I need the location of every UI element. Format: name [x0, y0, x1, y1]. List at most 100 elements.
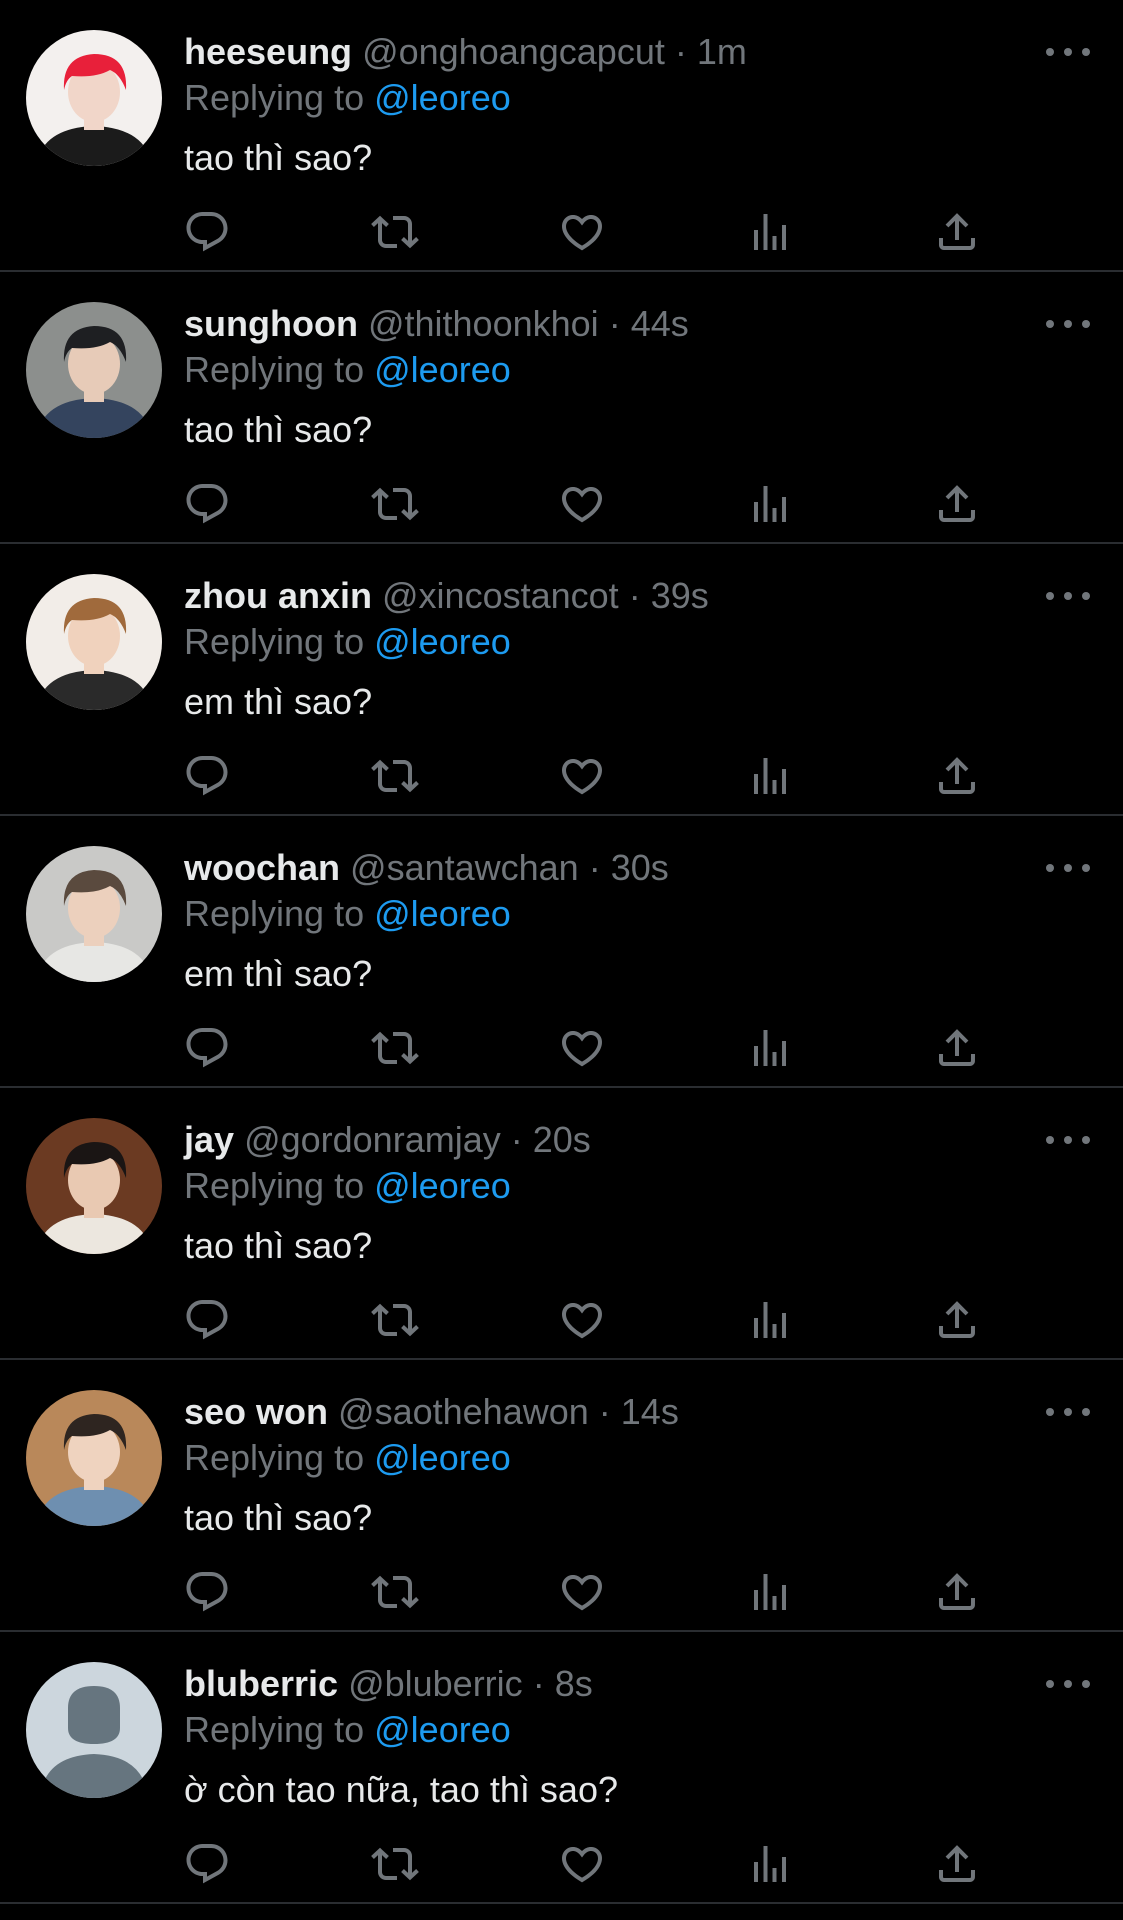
timestamp[interactable]: 44s [631, 303, 689, 344]
like-icon [561, 759, 603, 795]
mention-link[interactable]: @leoreo [374, 1165, 511, 1206]
retweet-button[interactable] [371, 208, 419, 256]
retweet-button[interactable] [371, 1840, 419, 1888]
display-name[interactable]: zhou anxin [184, 575, 372, 616]
like-button[interactable] [558, 752, 606, 800]
share-button[interactable] [933, 480, 981, 528]
tweet[interactable]: woochan @santawchan · 30s Replying to @l… [0, 816, 1123, 1088]
retweet-icon [371, 487, 419, 521]
mention-link[interactable]: @leoreo [374, 1437, 511, 1478]
user-handle[interactable]: @xincostancot [382, 575, 619, 616]
views-button[interactable] [746, 480, 794, 528]
share-button[interactable] [933, 752, 981, 800]
display-name[interactable]: heeseung [184, 31, 352, 72]
retweet-button[interactable] [371, 752, 419, 800]
reply-button[interactable] [183, 480, 231, 528]
like-button[interactable] [558, 1024, 606, 1072]
like-button[interactable] [558, 208, 606, 256]
share-button[interactable] [933, 1296, 981, 1344]
retweet-icon [371, 1575, 419, 1609]
reply-button[interactable] [183, 1568, 231, 1616]
avatar[interactable] [26, 574, 162, 710]
tweet-text: tao thì sao? [184, 409, 373, 450]
reply-button[interactable] [183, 1296, 231, 1344]
reply-icon [186, 1572, 228, 1612]
reply-icon [186, 484, 228, 524]
more-dot [1046, 592, 1054, 600]
user-handle[interactable]: @thithoonkhoi [368, 303, 599, 344]
avatar[interactable] [26, 846, 162, 982]
mention-link[interactable]: @leoreo [374, 893, 511, 934]
share-button[interactable] [933, 208, 981, 256]
views-button[interactable] [746, 1024, 794, 1072]
reply-button[interactable] [183, 208, 231, 256]
retweet-button[interactable] [371, 1024, 419, 1072]
mention-link[interactable]: @leoreo [374, 349, 511, 390]
display-name[interactable]: bluberric [184, 1663, 338, 1704]
retweet-button[interactable] [371, 1568, 419, 1616]
user-handle[interactable]: @bluberric [348, 1663, 523, 1704]
tweet[interactable]: heeseung @onghoangcapcut · 1m Replying t… [0, 0, 1123, 272]
share-button[interactable] [933, 1024, 981, 1072]
replying-to-line: Replying to @leoreo [184, 1706, 511, 1754]
reply-button[interactable] [183, 1840, 231, 1888]
display-name[interactable]: jay [184, 1119, 234, 1160]
reply-button[interactable] [183, 1024, 231, 1072]
like-button[interactable] [558, 1840, 606, 1888]
timestamp[interactable]: 20s [533, 1119, 591, 1160]
avatar[interactable] [26, 1390, 162, 1526]
reply-button[interactable] [183, 752, 231, 800]
timestamp[interactable]: 1m [697, 31, 747, 72]
avatar[interactable] [26, 1662, 162, 1798]
more-icon[interactable] [1046, 1124, 1090, 1156]
reply-icon [186, 1300, 228, 1340]
share-button[interactable] [933, 1568, 981, 1616]
more-icon[interactable] [1046, 1396, 1090, 1428]
timestamp[interactable]: 30s [611, 847, 669, 888]
mention-link[interactable]: @leoreo [374, 1709, 511, 1750]
views-button[interactable] [746, 752, 794, 800]
like-button[interactable] [558, 1296, 606, 1344]
reply-icon [186, 1844, 228, 1884]
more-icon[interactable] [1046, 308, 1090, 340]
tweet[interactable]: sunghoon @thithoonkhoi · 44s Replying to… [0, 272, 1123, 544]
tweet[interactable]: bluberric @bluberric · 8s Replying to @l… [0, 1632, 1123, 1904]
more-dot [1046, 48, 1054, 56]
profile-photo [26, 1390, 162, 1526]
more-icon[interactable] [1046, 36, 1090, 68]
user-handle[interactable]: @onghoangcapcut [362, 31, 665, 72]
like-button[interactable] [558, 1568, 606, 1616]
tweet[interactable]: jay @gordonramjay · 20s Replying to @leo… [0, 1088, 1123, 1360]
share-button[interactable] [933, 1840, 981, 1888]
display-name[interactable]: seo won [184, 1391, 328, 1432]
views-button[interactable] [746, 208, 794, 256]
views-button[interactable] [746, 1840, 794, 1888]
timestamp[interactable]: 8s [555, 1663, 593, 1704]
timestamp[interactable]: 14s [621, 1391, 679, 1432]
tweet[interactable]: zhou anxin @xincostancot · 39s Replying … [0, 544, 1123, 816]
display-name[interactable]: woochan [184, 847, 340, 888]
retweet-button[interactable] [371, 480, 419, 528]
mention-link[interactable]: @leoreo [374, 621, 511, 662]
mention-link[interactable]: @leoreo [374, 77, 511, 118]
timestamp[interactable]: 39s [651, 575, 709, 616]
avatar[interactable] [26, 1118, 162, 1254]
more-icon[interactable] [1046, 580, 1090, 612]
more-icon[interactable] [1046, 852, 1090, 884]
replying-to-label: Replying to [184, 893, 365, 934]
tweet[interactable]: seo won @saothehawon · 14s Replying to @… [0, 1360, 1123, 1632]
user-handle[interactable]: @gordonramjay [244, 1119, 501, 1160]
display-name[interactable]: sunghoon [184, 303, 358, 344]
views-button[interactable] [746, 1296, 794, 1344]
tweet-header: sunghoon @thithoonkhoi · 44s [184, 300, 689, 348]
retweet-button[interactable] [371, 1296, 419, 1344]
tweet-text: em thì sao? [184, 953, 373, 994]
user-handle[interactable]: @saothehawon [338, 1391, 589, 1432]
avatar[interactable] [26, 30, 162, 166]
avatar[interactable] [26, 302, 162, 438]
like-button[interactable] [558, 480, 606, 528]
user-handle[interactable]: @santawchan [350, 847, 579, 888]
more-icon[interactable] [1046, 1668, 1090, 1700]
replying-to-line: Replying to @leoreo [184, 618, 511, 666]
views-button[interactable] [746, 1568, 794, 1616]
